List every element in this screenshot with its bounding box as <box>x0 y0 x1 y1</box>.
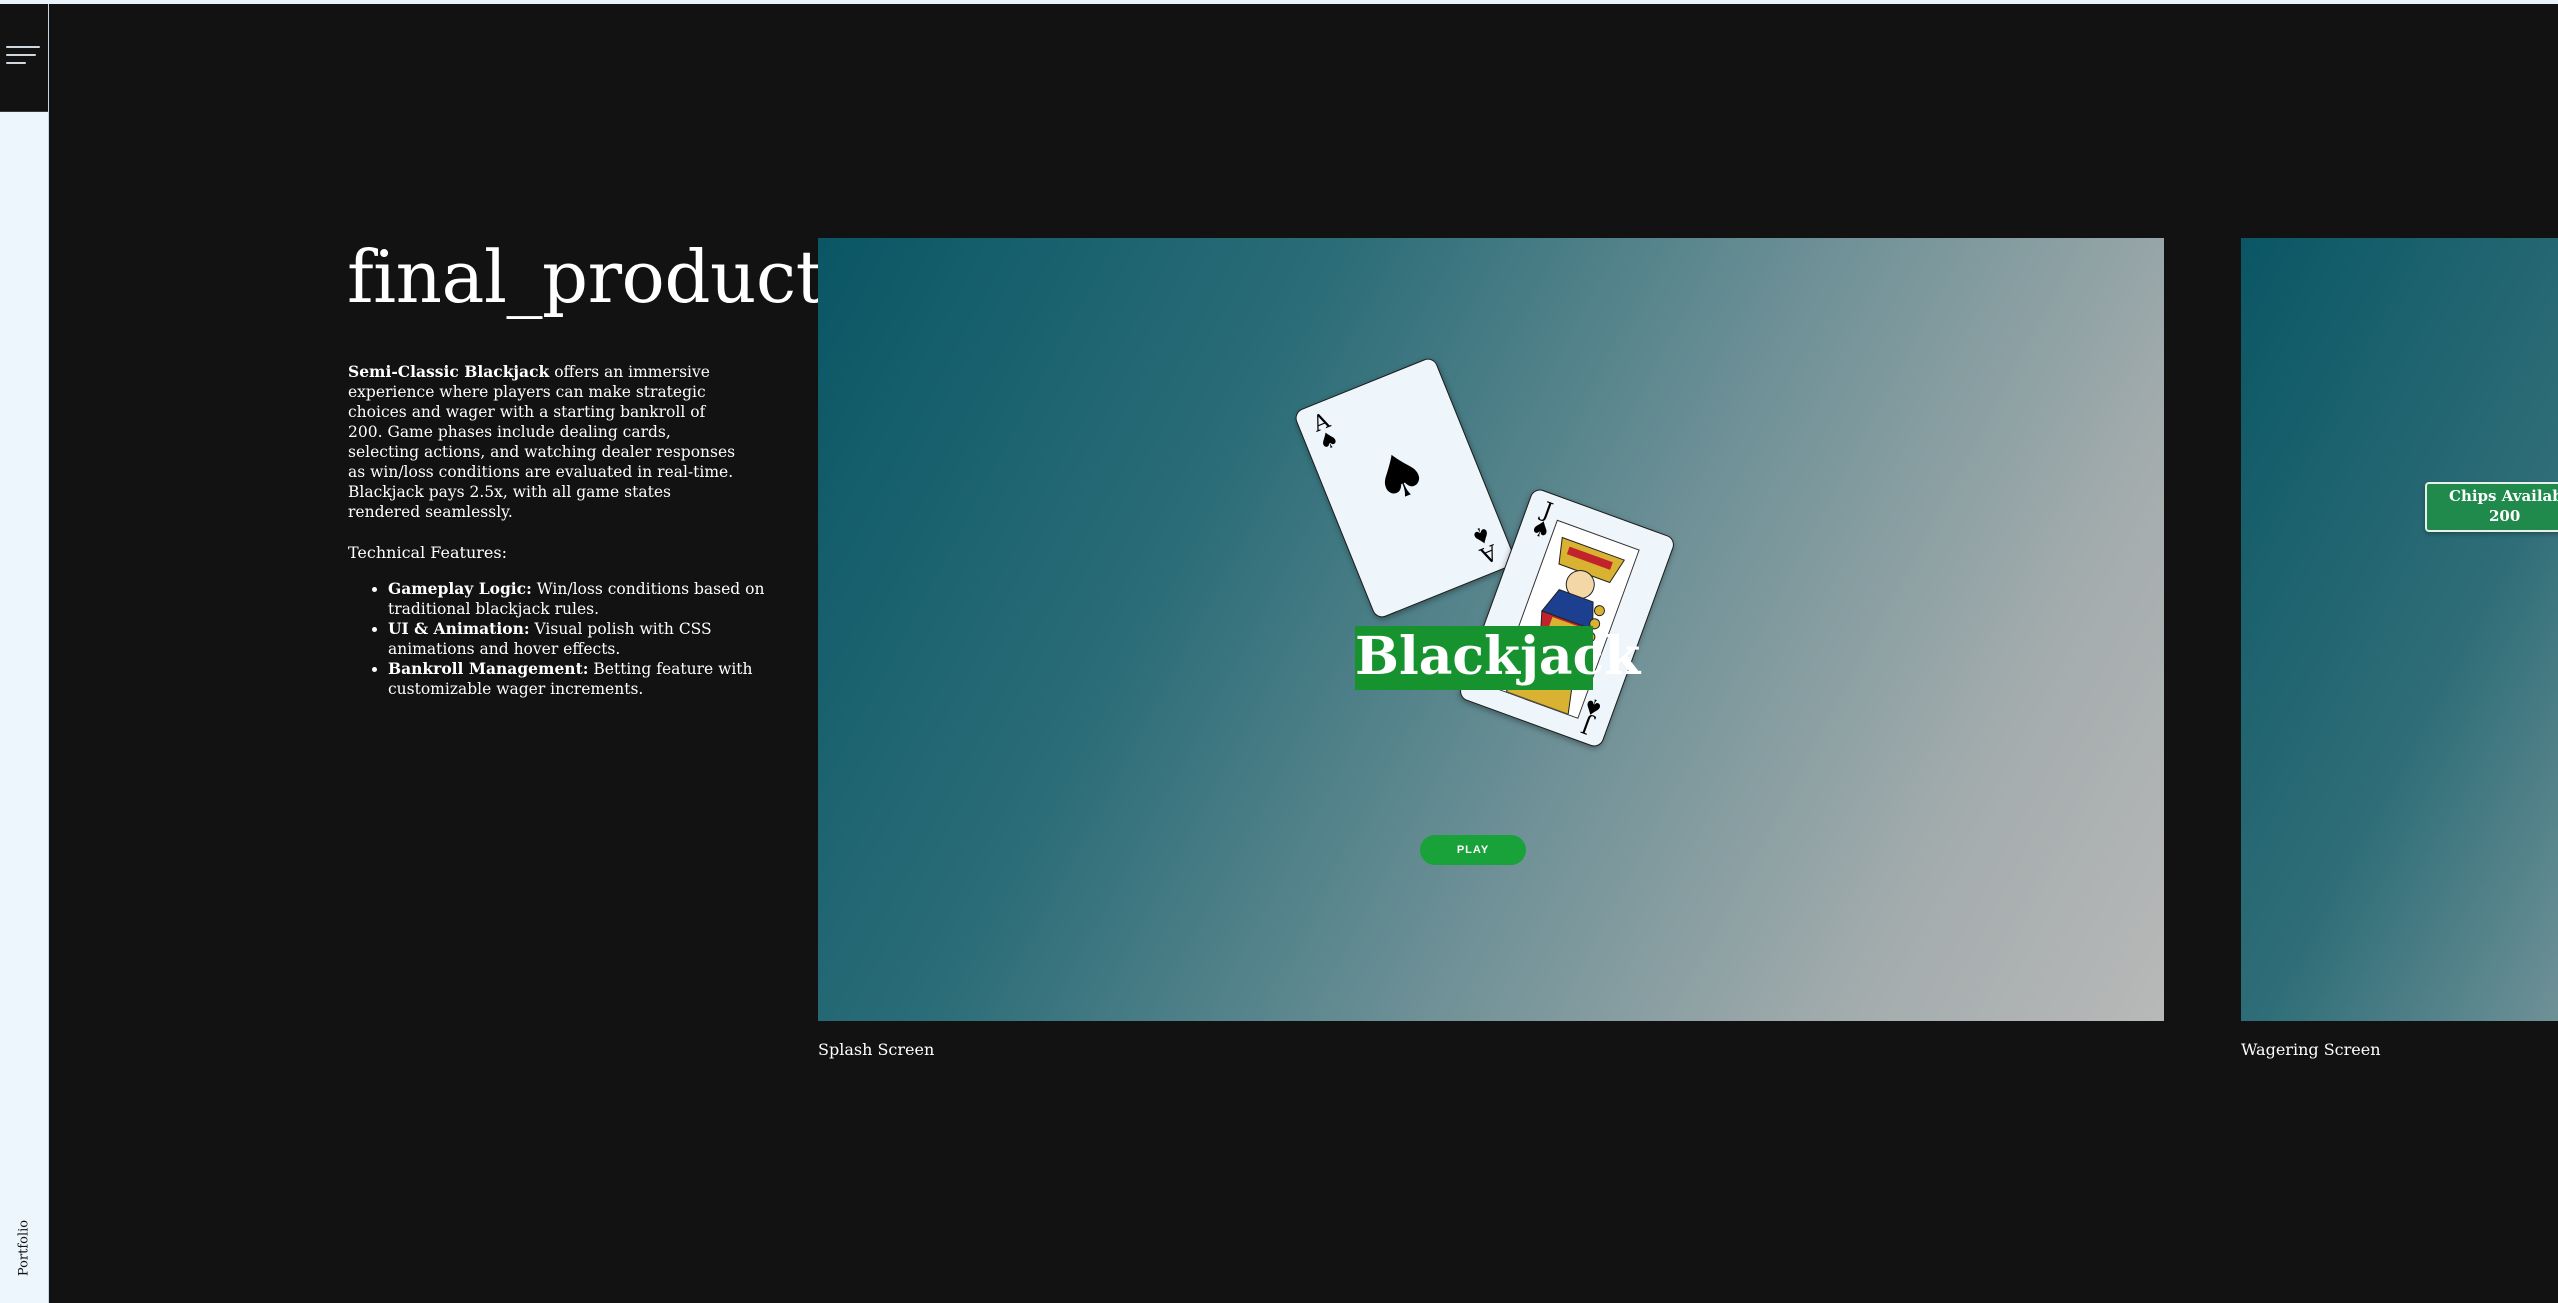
game-logo-text: Blackjack <box>1355 626 1640 690</box>
feature-label: UI & Animation: <box>388 619 530 638</box>
feature-label: Bankroll Management: <box>388 659 589 678</box>
card-index: A ♠ <box>1467 519 1501 568</box>
feature-item: Bankroll Management: Betting feature wit… <box>388 659 778 699</box>
portfolio-nav-link[interactable]: Portfolio <box>17 1220 32 1276</box>
project-description: Semi-Classic Blackjack offers an immersi… <box>348 362 740 522</box>
side-rail: Portfolio <box>0 4 49 1303</box>
play-button[interactable]: PLAY <box>1420 835 1526 865</box>
splash-screen-slide: A ♠ ♠ A ♠ J ♠ J ♠ Blackjack PLAY <box>818 238 2164 1021</box>
slide-caption: Splash Screen <box>818 1040 935 1059</box>
hamburger-icon[interactable] <box>6 44 40 66</box>
wagering-screen-slide: Chips Available 200 <box>2241 238 2558 1021</box>
project-name: Semi-Classic Blackjack <box>348 362 550 381</box>
feature-item: UI & Animation: Visual polish with CSS a… <box>388 619 778 659</box>
top-border <box>0 0 2558 4</box>
chips-label: Chips Available <box>2449 487 2558 505</box>
feature-label: Gameplay Logic: <box>388 579 532 598</box>
chips-available-badge: Chips Available 200 <box>2425 482 2558 532</box>
spade-icon: ♠ <box>1362 434 1439 520</box>
features-heading: Technical Features: <box>348 543 507 562</box>
feature-item: Gameplay Logic: Win/loss conditions base… <box>388 579 778 619</box>
rail-header <box>0 4 48 112</box>
slide-caption: Wagering Screen <box>2241 1040 2381 1059</box>
card-index: A ♠ <box>1309 408 1343 457</box>
description-text: offers an immersive experience where pla… <box>348 363 736 521</box>
chips-value: 200 <box>2489 507 2521 525</box>
features-list: Gameplay Logic: Win/loss conditions base… <box>348 579 778 699</box>
page-title: final_product <box>347 235 825 319</box>
ace-of-spades-card: A ♠ ♠ A ♠ <box>1292 355 1518 621</box>
